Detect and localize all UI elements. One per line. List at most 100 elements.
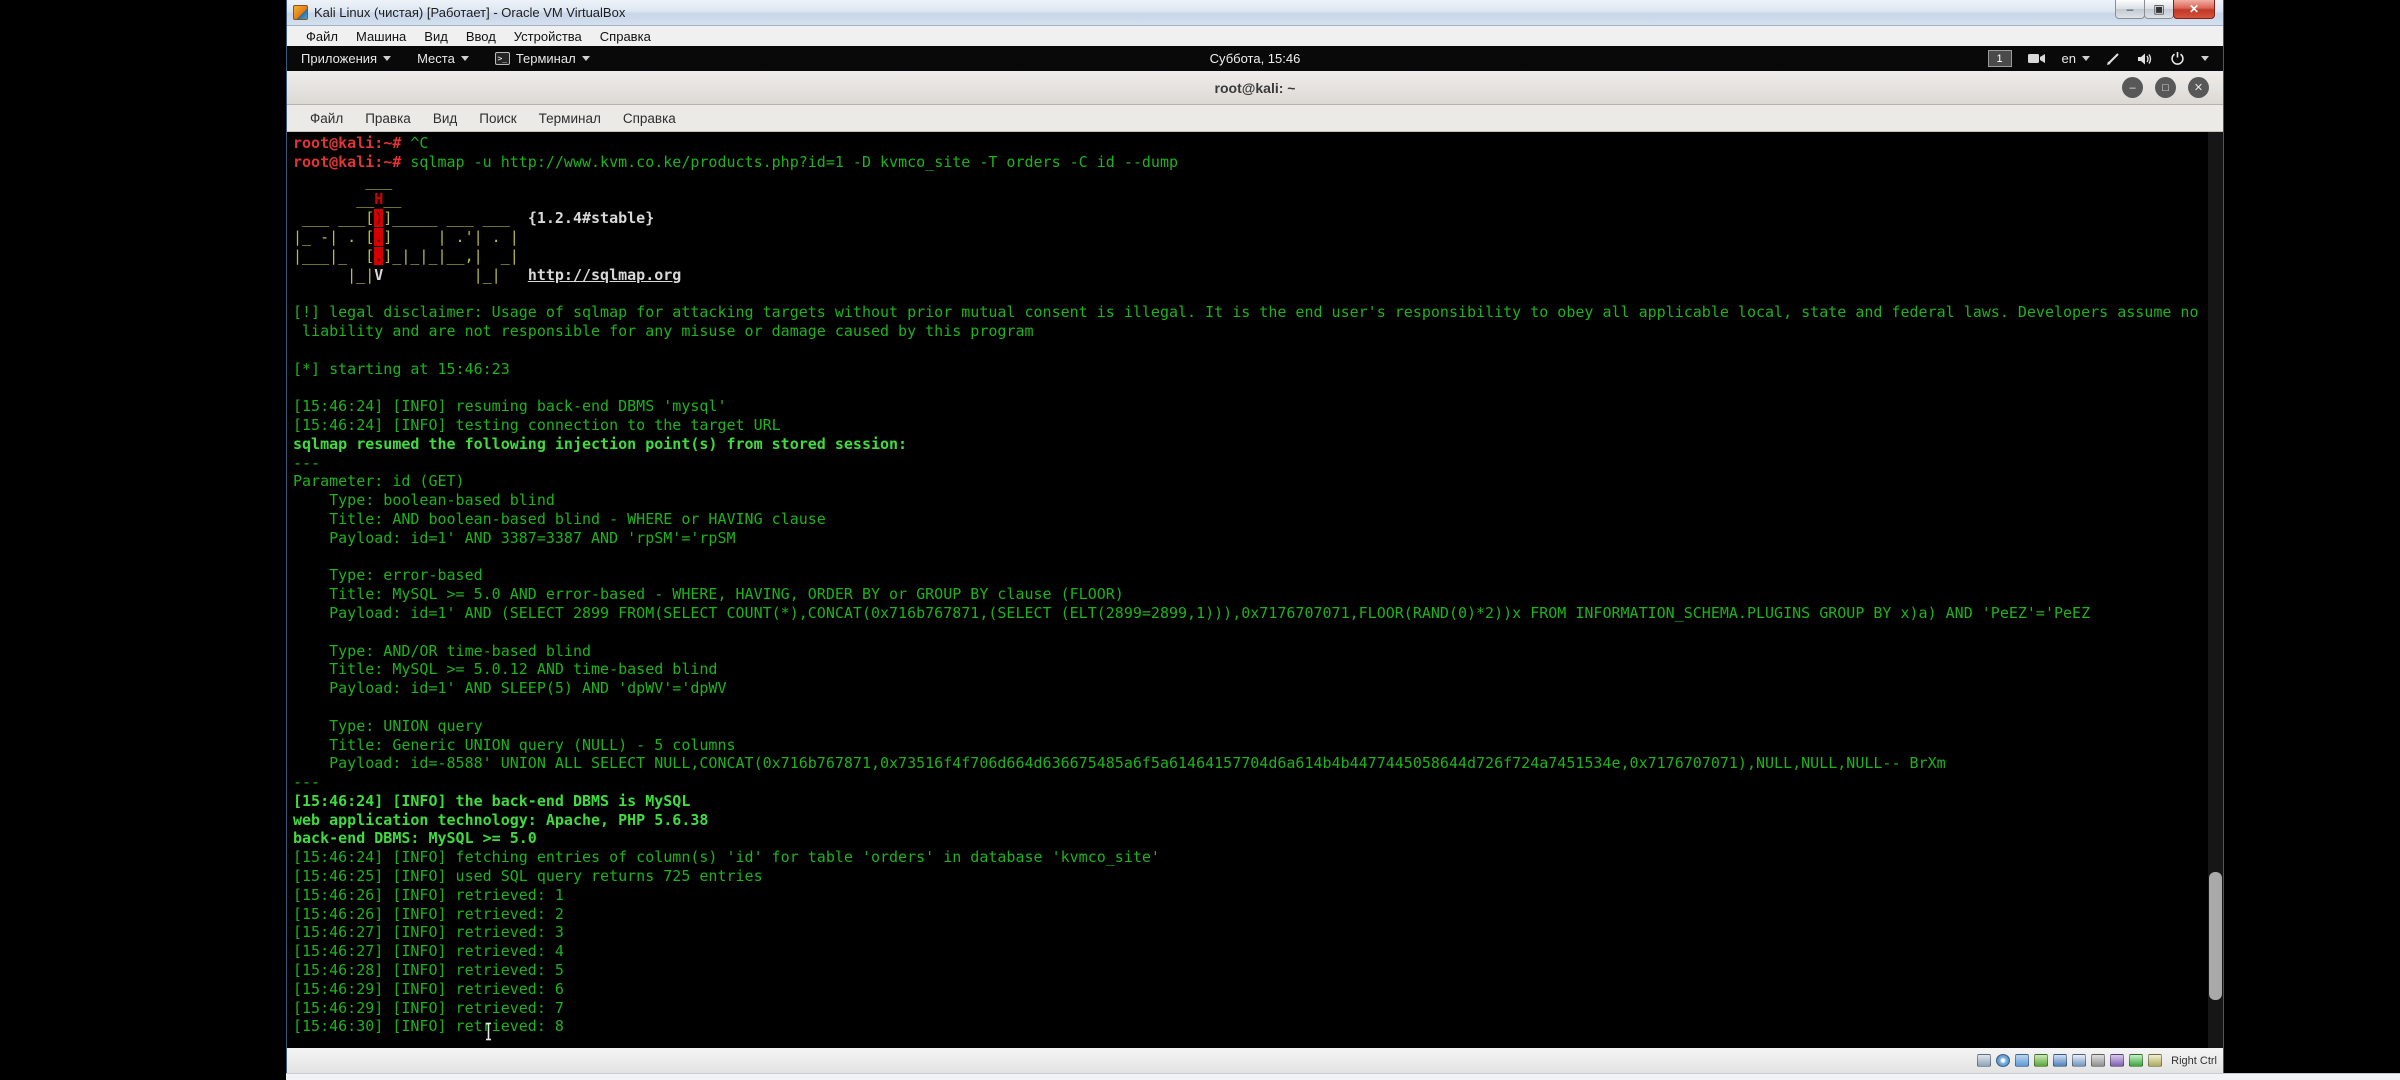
terminal-line: [15:46:27] [INFO] retrieved: 4 [293, 942, 2223, 961]
hdd-icon[interactable] [1977, 1054, 1991, 1067]
terminal-line: Payload: id=1' AND SLEEP(5) AND 'dpWV'='… [293, 679, 2223, 698]
scrollbar-track[interactable] [2208, 132, 2223, 1048]
terminal-menu-terminal[interactable]: Терминал [528, 111, 612, 126]
terminal-title: root@kali: ~ [1215, 80, 1296, 96]
terminal-menu-help[interactable]: Справка [612, 111, 687, 126]
keyboard-layout-menu[interactable]: en [2062, 51, 2090, 66]
host-key-hint: Right Ctrl [2171, 1055, 2217, 1067]
terminal-menu-view[interactable]: Вид [422, 111, 468, 126]
video-capture-icon[interactable] [2091, 1054, 2105, 1067]
close-icon[interactable]: ✕ [2173, 0, 2215, 19]
terminal-app-label: Терминал [516, 51, 576, 66]
vbox-menu-devices[interactable]: Устройства [505, 29, 591, 44]
close-icon[interactable]: ✕ [2188, 77, 2209, 98]
text-cursor-icon [484, 1022, 493, 1041]
vbox-menu-input[interactable]: Ввод [457, 29, 505, 44]
terminal-line: [*] starting at 15:46:23 [293, 360, 2223, 379]
vbox-window-controls: – ▣ ✕ [2116, 0, 2215, 19]
terminal-line: Title: Generic UNION query (NULL) - 5 co… [293, 736, 2223, 755]
terminal-line: Payload: id=1' AND 3387=3387 AND 'rpSM'=… [293, 529, 2223, 548]
vbox-statusbar: Right Ctrl [287, 1048, 2223, 1073]
terminal-line: --- [293, 454, 2223, 473]
places-menu[interactable]: Места [417, 51, 469, 66]
maximize-icon[interactable]: □ [2155, 77, 2176, 98]
minimize-icon[interactable]: – [2115, 0, 2145, 19]
terminal-line: [15:46:30] [INFO] retrieved: 8 [293, 1017, 2223, 1036]
terminal-menu-file[interactable]: Файл [299, 111, 354, 126]
terminal-window-controls: – □ ✕ [2122, 77, 2209, 98]
terminal-screen[interactable]: root@kali:~# ^Croot@kali:~# sqlmap -u ht… [287, 132, 2223, 1048]
features-icon[interactable] [2110, 1054, 2124, 1067]
terminal-line: [15:46:29] [INFO] retrieved: 7 [293, 999, 2223, 1018]
scrollbar-thumb[interactable] [2209, 872, 2222, 1000]
mouse-integration-icon[interactable] [2129, 1054, 2143, 1067]
usb-icon[interactable] [2034, 1054, 2048, 1067]
terminal-line: Payload: id=-8588' UNION ALL SELECT NULL… [293, 754, 2223, 773]
optical-disc-icon[interactable] [1996, 1054, 2010, 1067]
vbox-menu-machine[interactable]: Машина [347, 29, 415, 44]
terminal-line: |_ -| . [.] | .'| . | [293, 228, 2223, 247]
terminal-line: [15:46:26] [INFO] retrieved: 1 [293, 886, 2223, 905]
terminal-line: [15:46:24] [INFO] resuming back-end DBMS… [293, 397, 2223, 416]
terminal-line: root@kali:~# ^C [293, 134, 2223, 153]
terminal-line: Type: AND/OR time-based blind [293, 642, 2223, 661]
terminal-line: [15:46:25] [INFO] used SQL query returns… [293, 867, 2223, 886]
host-taskbar [286, 1073, 2400, 1080]
applications-label: Приложения [301, 51, 377, 66]
vbox-titlebar[interactable]: Kali Linux (чистая) [Работает] - Oracle … [287, 0, 2223, 26]
camera-icon[interactable] [2028, 52, 2046, 65]
terminal-output: root@kali:~# ^Croot@kali:~# sqlmap -u ht… [293, 134, 2223, 1036]
terminal-line: Title: MySQL >= 5.0 AND error-based - WH… [293, 585, 2223, 604]
terminal-menu-search[interactable]: Поиск [468, 111, 527, 126]
restore-icon[interactable]: ▣ [2144, 0, 2174, 19]
terminal-line: root@kali:~# sqlmap -u http://www.kvm.co… [293, 153, 2223, 172]
terminal-line: --- [293, 773, 2223, 792]
terminal-line: web application technology: Apache, PHP … [293, 811, 2223, 830]
terminal-line: [15:46:29] [INFO] retrieved: 6 [293, 980, 2223, 999]
terminal-line: Type: UNION query [293, 717, 2223, 736]
terminal-line [293, 284, 2223, 303]
terminal-line: ___ [293, 172, 2223, 191]
terminal-line: [!] legal disclaimer: Usage of sqlmap fo… [293, 303, 2223, 322]
chevron-down-icon[interactable] [2201, 56, 2209, 61]
keyboard-icon[interactable] [2148, 1054, 2162, 1067]
applications-menu[interactable]: Приложения [301, 51, 391, 66]
terminal-line: Parameter: id (GET) [293, 472, 2223, 491]
terminal-line [293, 341, 2223, 360]
terminal-line: Title: AND boolean-based blind - WHERE o… [293, 510, 2223, 529]
vbox-menu-help[interactable]: Справка [591, 29, 660, 44]
terminal-line [293, 623, 2223, 642]
terminal-line: sqlmap resumed the following injection p… [293, 435, 2223, 454]
terminal-line: [15:46:26] [INFO] retrieved: 2 [293, 905, 2223, 924]
shared-folder-icon[interactable] [2053, 1054, 2067, 1067]
speaker-icon[interactable] [2137, 52, 2154, 66]
chevron-down-icon [2082, 56, 2090, 61]
terminal-line: ___ ___[)]_____ ___ ___ {1.2.4#stable} [293, 209, 2223, 228]
display-icon[interactable] [2072, 1054, 2086, 1067]
clock[interactable]: Суббота, 15:46 [1210, 51, 1301, 66]
terminal-line: __H__ [293, 190, 2223, 209]
terminal-menu-edit[interactable]: Правка [354, 111, 422, 126]
power-icon[interactable] [2170, 51, 2185, 66]
terminal-icon: >_ [495, 52, 510, 65]
terminal-line: [15:46:24] [INFO] testing connection to … [293, 416, 2223, 435]
vbox-menubar: Файл Машина Вид Ввод Устройства Справка [287, 26, 2223, 46]
minimize-icon[interactable]: – [2122, 77, 2143, 98]
terminal-line: [15:46:24] [INFO] the back-end DBMS is M… [293, 792, 2223, 811]
workspace-indicator[interactable]: 1 [1988, 50, 2012, 67]
terminal-titlebar[interactable]: root@kali: ~ – □ ✕ [287, 71, 2223, 105]
terminal-line [293, 548, 2223, 567]
pen-icon[interactable] [2106, 51, 2121, 66]
virtualbox-window: Kali Linux (чистая) [Работает] - Oracle … [286, 0, 2224, 1073]
chevron-down-icon [582, 56, 590, 61]
kali-top-panel: Приложения Места >_ Терминал Суббота, 15… [287, 46, 2223, 71]
vbox-menu-view[interactable]: Вид [415, 29, 457, 44]
chevron-down-icon [461, 56, 469, 61]
terminal-line [293, 378, 2223, 397]
keyboard-layout-label: en [2062, 51, 2076, 66]
network-icon[interactable] [2015, 1054, 2029, 1067]
terminal-app-menu[interactable]: >_ Терминал [495, 51, 590, 66]
terminal-line [293, 698, 2223, 717]
vbox-menu-file[interactable]: Файл [297, 29, 347, 44]
terminal-line: back-end DBMS: MySQL >= 5.0 [293, 829, 2223, 848]
